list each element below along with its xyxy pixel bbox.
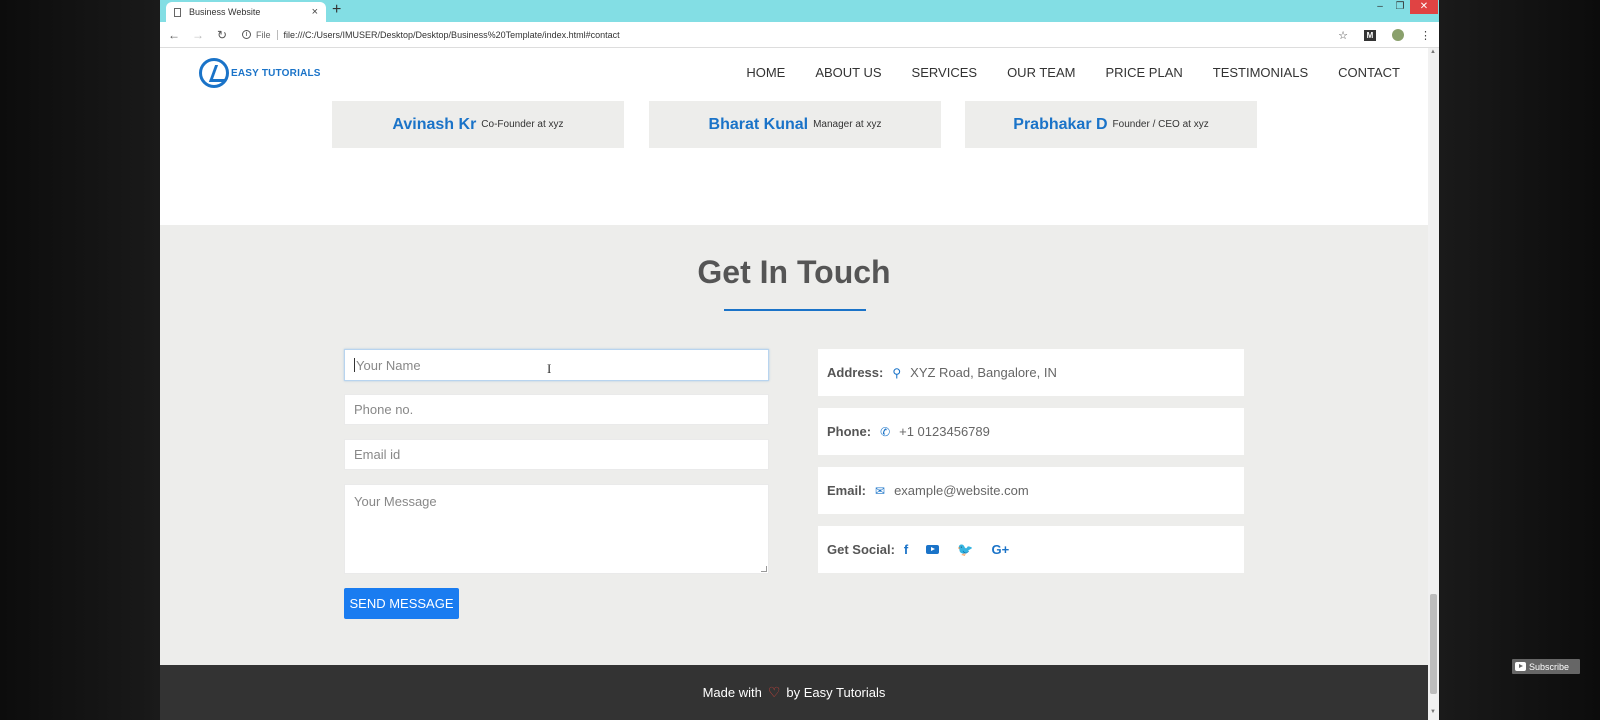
heart-icon: ♡: [767, 684, 781, 700]
nav-our-team[interactable]: OUR TEAM: [1007, 65, 1075, 80]
google-plus-icon[interactable]: G+: [991, 542, 1009, 557]
nav-home[interactable]: HOME: [746, 65, 785, 80]
info-icon[interactable]: i: [242, 30, 251, 39]
section-title: Get In Touch: [697, 254, 891, 290]
nav-testimonials[interactable]: TESTIMONIALS: [1213, 65, 1308, 80]
address-toolbar: ← → ↻ i File file:///C:/Users/IMUSER/Des…: [160, 22, 1439, 48]
logo-text: EASY TUTORIALS: [231, 67, 321, 79]
browser-window: Business Website × + – ❐ ✕ ← → ↻ i File …: [160, 0, 1439, 720]
address-label: Address:: [827, 365, 884, 380]
team-member-name: Avinash Kr: [392, 115, 477, 133]
address-bar[interactable]: i File file:///C:/Users/IMUSER/Desktop/D…: [242, 29, 620, 40]
team-member-role: Founder / CEO at xyz: [1112, 119, 1209, 130]
team-member-name: Prabhakar D: [1013, 115, 1108, 133]
back-icon[interactable]: ←: [164, 28, 184, 42]
minimize-button[interactable]: –: [1372, 0, 1388, 14]
name-input[interactable]: Your Name: [344, 349, 769, 381]
document-icon: [174, 7, 181, 17]
background-right: [1439, 0, 1600, 720]
team-member-name: Bharat Kunal: [708, 115, 809, 133]
envelope-icon: ✉: [875, 483, 886, 498]
nav-services[interactable]: SERVICES: [912, 65, 978, 80]
email-label: Email:: [827, 483, 867, 498]
vertical-scrollbar[interactable]: ▲ ▼: [1428, 48, 1439, 720]
tab-close-icon[interactable]: ×: [312, 6, 318, 18]
title-underline: [724, 309, 866, 311]
email-input[interactable]: Email id: [344, 439, 769, 470]
footer-made-with: Made with: [702, 685, 762, 700]
phone-input[interactable]: Phone no.: [344, 394, 769, 425]
resize-handle[interactable]: [761, 566, 767, 572]
address-value: XYZ Road, Bangalore, IN: [910, 365, 1057, 380]
nav-price-plan[interactable]: PRICE PLAN: [1105, 65, 1182, 80]
nav-about-us[interactable]: ABOUT US: [815, 65, 881, 80]
new-tab-icon[interactable]: +: [332, 1, 341, 19]
footer: Made with ♡ by Easy Tutorials: [160, 665, 1428, 720]
team-section: EASY TUTORIALS HOME ABOUT US SERVICES OU…: [160, 48, 1428, 225]
email-value: example@website.com: [894, 483, 1029, 498]
main-nav: HOME ABOUT US SERVICES OUR TEAM PRICE PL…: [746, 65, 1400, 80]
youtube-icon: [1515, 662, 1526, 671]
phone-label: Phone:: [827, 424, 872, 439]
phone-row: Phone: ✆ +1 0123456789: [818, 408, 1244, 455]
text-cursor-icon: I: [547, 361, 552, 376]
subscribe-label: Subscribe: [1529, 661, 1570, 672]
footer-by: by Easy Tutorials: [786, 685, 886, 700]
email-placeholder: Email id: [354, 447, 401, 462]
tab-title: Business Website: [189, 7, 261, 17]
scroll-down-icon[interactable]: ▼: [1430, 709, 1436, 715]
message-placeholder: Your Message: [354, 494, 437, 509]
browser-tab[interactable]: Business Website ×: [166, 2, 326, 22]
maximize-button[interactable]: ❐: [1392, 0, 1408, 14]
phone-icon: ✆: [880, 424, 891, 439]
star-icon[interactable]: ☆: [1338, 29, 1348, 42]
message-textarea[interactable]: Your Message: [344, 484, 769, 574]
site-logo[interactable]: EASY TUTORIALS: [199, 58, 321, 88]
youtube-icon[interactable]: [926, 545, 940, 554]
background-left: [0, 0, 160, 720]
team-card: Prabhakar D Founder / CEO at xyz: [965, 101, 1257, 148]
team-card: Bharat Kunal Manager at xyz: [649, 101, 941, 148]
toolbar-actions: ☆ M ⋮: [1338, 22, 1431, 48]
url-text[interactable]: file:///C:/Users/IMUSER/Desktop/Desktop/…: [284, 30, 620, 40]
menu-icon[interactable]: ⋮: [1420, 29, 1431, 42]
nav-contact[interactable]: CONTACT: [1338, 65, 1400, 80]
text-caret: [354, 358, 355, 372]
facebook-icon[interactable]: f: [904, 542, 908, 557]
subscribe-button[interactable]: Subscribe: [1512, 659, 1580, 674]
phone-placeholder: Phone no.: [354, 402, 414, 417]
send-message-button[interactable]: SEND MESSAGE: [344, 588, 459, 619]
forward-icon[interactable]: →: [188, 28, 208, 42]
social-row: Get Social: f 🐦 G+: [818, 526, 1244, 573]
team-member-role: Co-Founder at xyz: [481, 119, 564, 130]
url-scheme: File: [256, 29, 278, 40]
address-row: Address: ⚲ XYZ Road, Bangalore, IN: [818, 349, 1244, 396]
tab-strip: Business Website × + – ❐ ✕: [160, 0, 1439, 22]
social-label: Get Social:: [827, 542, 895, 557]
map-marker-icon: ⚲: [892, 365, 902, 380]
window-close-button[interactable]: ✕: [1410, 0, 1438, 14]
team-card: Avinash Kr Co-Founder at xyz: [332, 101, 624, 148]
extension-icon[interactable]: M: [1364, 29, 1376, 41]
email-row: Email: ✉ example@website.com: [818, 467, 1244, 514]
team-member-role: Manager at xyz: [813, 119, 882, 130]
reload-icon[interactable]: ↻: [212, 28, 232, 42]
phone-value: +1 0123456789: [899, 424, 990, 439]
name-placeholder: Your Name: [356, 357, 421, 373]
scroll-thumb[interactable]: [1430, 594, 1437, 694]
logo-icon: [199, 58, 229, 88]
page-viewport: EASY TUTORIALS HOME ABOUT US SERVICES OU…: [160, 48, 1439, 720]
scroll-up-icon[interactable]: ▲: [1430, 49, 1436, 55]
profile-icon[interactable]: [1392, 29, 1404, 41]
twitter-icon[interactable]: 🐦: [957, 542, 973, 558]
